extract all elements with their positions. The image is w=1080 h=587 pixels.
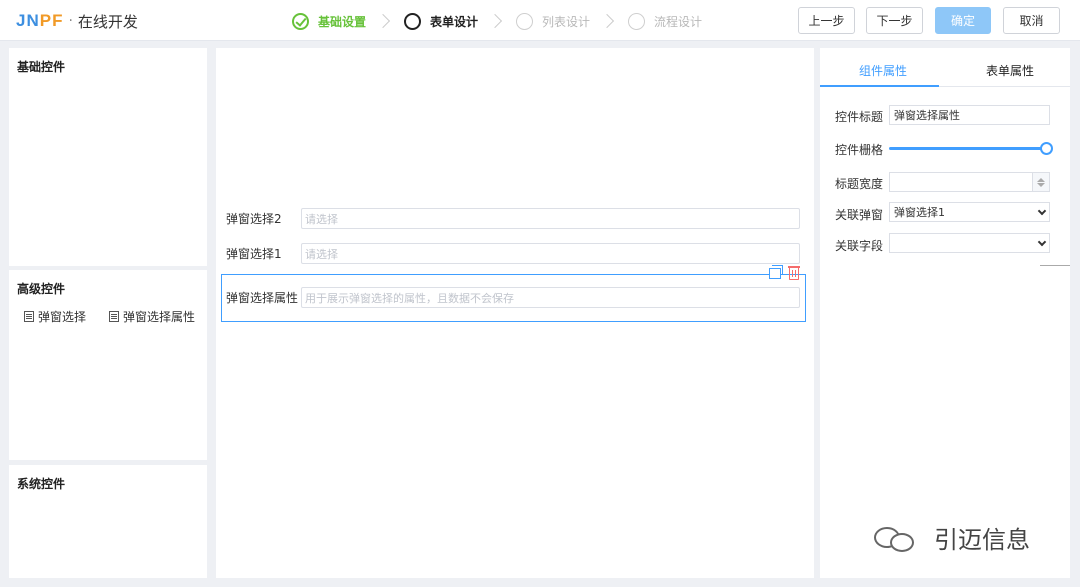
grid-slider-handle[interactable] — [1040, 142, 1053, 155]
tab-form-props[interactable]: 表单属性 — [986, 62, 1034, 79]
next-step-button[interactable]: 下一步 — [866, 7, 923, 34]
title-width-input[interactable] — [889, 172, 1050, 192]
check-circle-icon — [292, 12, 309, 30]
document-icon — [24, 311, 34, 322]
linked-popup-select[interactable]: 弹窗选择1 — [889, 202, 1050, 222]
active-tab-indicator — [820, 85, 939, 87]
control-popup-select[interactable]: 弹窗选择 — [24, 308, 86, 325]
step-label: 流程设计 — [654, 14, 703, 29]
pending-step-circle-icon — [628, 12, 646, 30]
linked-field-select[interactable] — [889, 233, 1050, 253]
chevron-right-icon — [487, 13, 503, 29]
title-input[interactable]: 弹窗选择属性 — [889, 105, 1050, 125]
stepper-up-icon[interactable] — [1037, 177, 1045, 182]
step-flow-design[interactable]: 流程设计 — [628, 12, 703, 30]
chevron-down-icon — [1037, 206, 1047, 216]
copy-icon[interactable] — [769, 265, 783, 279]
cancel-button[interactable]: 取消 — [1003, 7, 1060, 34]
logo-separator: · — [68, 13, 73, 29]
popup-select-input[interactable]: 请选择 — [301, 208, 800, 229]
chevron-down-icon — [1037, 237, 1047, 247]
prop-label-linked-field: 关联字段 — [835, 239, 884, 253]
basic-controls-panel: 基础控件 — [9, 48, 207, 266]
system-controls-panel: 系统控件 — [9, 465, 207, 578]
panel-title: 基础控件 — [17, 60, 66, 74]
step-label: 列表设计 — [542, 14, 591, 29]
wizard-steps: 基础设置 表单设计 列表设计 流程设计 — [292, 10, 702, 32]
stepper-down-icon[interactable] — [1037, 182, 1045, 187]
logo-mark-part-2: PF — [39, 11, 64, 30]
chevron-right-icon — [375, 13, 391, 29]
popup-select-input[interactable]: 请选择 — [301, 243, 800, 264]
active-step-circle-icon — [404, 12, 422, 30]
logo-mark: JNPF — [16, 11, 63, 31]
properties-panel: 组件属性 表单属性 控件标题 弹窗选择属性 控件栅格 标题宽度 关联弹窗 弹窗选… — [820, 48, 1070, 578]
number-stepper[interactable] — [1032, 173, 1049, 191]
form-canvas[interactable]: 弹窗选择2 请选择 弹窗选择1 请选择 弹窗选择属性 用于展示弹窗选择的属性，且… — [216, 48, 814, 578]
watermark-text: 引迈信息 — [934, 526, 1030, 554]
control-label: 弹窗选择属性 — [123, 310, 196, 324]
watermark: 引迈信息 — [872, 520, 1030, 555]
step-list-design[interactable]: 列表设计 — [516, 12, 591, 30]
grid-slider-track[interactable] — [889, 147, 1045, 150]
prop-label-grid: 控件栅格 — [835, 143, 884, 157]
step-label: 基础设置 — [318, 14, 367, 29]
prev-step-button[interactable]: 上一步 — [798, 7, 855, 34]
logo-mark-part-1: JN — [16, 11, 40, 30]
linked-popup-value: 弹窗选择1 — [894, 206, 945, 219]
step-basic-settings[interactable]: 基础设置 — [292, 12, 367, 30]
prop-label-title-width: 标题宽度 — [835, 177, 884, 191]
prop-label-title: 控件标题 — [835, 110, 884, 124]
popup-attr-input[interactable]: 用于展示弹窗选择的属性，且数据不会保存 — [301, 287, 800, 308]
form-field-popup-attr[interactable]: 弹窗选择属性 用于展示弹窗选择的属性，且数据不会保存 — [226, 287, 800, 308]
form-field-popup1[interactable]: 弹窗选择1 请选择 — [226, 243, 800, 264]
pending-step-circle-icon — [516, 12, 534, 30]
panel-resize-edge — [1040, 265, 1070, 266]
field-label: 弹窗选择1 — [226, 247, 282, 261]
field-label: 弹窗选择2 — [226, 212, 282, 226]
chevron-right-icon — [599, 13, 615, 29]
advanced-controls-panel: 高级控件 弹窗选择 弹窗选择属性 — [9, 270, 207, 460]
step-label: 表单设计 — [430, 14, 479, 29]
panel-title: 高级控件 — [17, 282, 66, 296]
control-popup-attr[interactable]: 弹窗选择属性 — [109, 308, 195, 325]
delete-icon[interactable] — [788, 266, 800, 280]
field-label: 弹窗选择属性 — [226, 291, 299, 305]
confirm-button[interactable]: 确定 — [935, 7, 991, 34]
control-label: 弹窗选择 — [38, 310, 87, 324]
prop-label-linked-popup: 关联弹窗 — [835, 208, 884, 222]
top-bar: JNPF · 在线开发 基础设置 表单设计 列表设计 流程设计 上一步 下一步 … — [0, 0, 1080, 41]
app-title: 在线开发 — [77, 12, 138, 31]
tab-component-props[interactable]: 组件属性 — [859, 62, 907, 79]
document-icon — [109, 311, 119, 322]
wechat-logo-icon — [872, 523, 926, 553]
step-form-design[interactable]: 表单设计 — [404, 12, 479, 30]
panel-title: 系统控件 — [17, 477, 66, 491]
form-field-popup2[interactable]: 弹窗选择2 请选择 — [226, 208, 800, 229]
app-logo: JNPF · 在线开发 — [16, 10, 138, 32]
